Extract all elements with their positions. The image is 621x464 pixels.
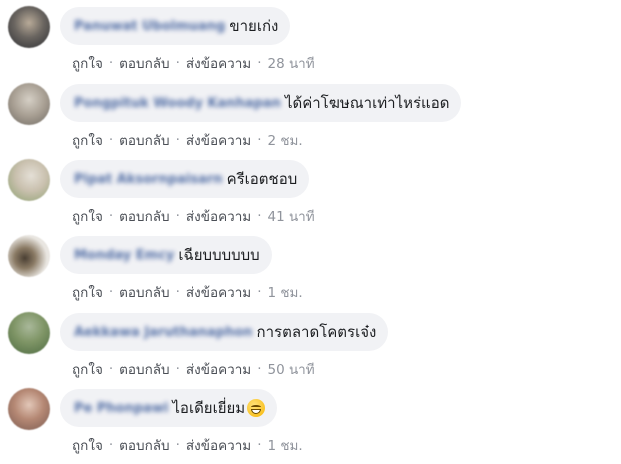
- avatar[interactable]: [8, 83, 50, 125]
- separator-dot: ·: [257, 361, 262, 377]
- comment-author[interactable]: Panuwat Ubolmuang: [74, 19, 225, 34]
- comment-timestamp[interactable]: 41 นาที: [267, 205, 314, 227]
- comment-bubble: Pipat Aksornpaisarn ครีเอตชอบ: [60, 160, 310, 198]
- comment-author[interactable]: Pipat Aksornpaisarn: [74, 172, 223, 187]
- comment-bubble: Aekkawa Jaruthanaphon การตลาดโคตรเจ๋ง: [60, 313, 389, 351]
- comment-actions: ถูกใจ · ตอบกลับ · ส่งข้อความ · 1 ชม.: [72, 281, 303, 303]
- separator-dot: ·: [108, 132, 114, 148]
- comment-text: การตลาดโคตรเจ๋ง: [256, 323, 377, 341]
- comment-actions: ถูกใจ · ตอบกลับ · ส่งข้อความ · 28 นาที: [72, 52, 315, 74]
- comment-text: ครีเอตชอบ: [226, 170, 298, 188]
- separator-dot: ·: [108, 284, 114, 300]
- like-button[interactable]: ถูกใจ: [72, 205, 103, 227]
- reply-button[interactable]: ตอบกลับ: [119, 129, 169, 151]
- separator-dot: ·: [257, 437, 262, 453]
- separator-dot: ·: [257, 284, 262, 300]
- comment-item: Panuwat Ubolmuang ขายเก่ง ถูกใจ · ตอบกลั…: [0, 6, 621, 82]
- message-button[interactable]: ส่งข้อความ: [186, 205, 251, 227]
- comment-timestamp[interactable]: 1 ชม.: [267, 281, 302, 303]
- avatar[interactable]: [8, 388, 50, 430]
- separator-dot: ·: [175, 284, 180, 300]
- comment-bubble: Monday Emcy เฉียบบบบบบ: [60, 236, 272, 274]
- comment-timestamp[interactable]: 28 นาที: [267, 52, 314, 74]
- message-button[interactable]: ส่งข้อความ: [186, 129, 251, 151]
- message-button[interactable]: ส่งข้อความ: [186, 281, 251, 303]
- like-button[interactable]: ถูกใจ: [72, 358, 103, 380]
- separator-dot: ·: [257, 208, 262, 224]
- message-button[interactable]: ส่งข้อความ: [186, 434, 251, 456]
- comment-item: Monday Emcy เฉียบบบบบบ ถูกใจ · ตอบกลับ ·…: [0, 235, 621, 311]
- reply-button[interactable]: ตอบกลับ: [119, 358, 169, 380]
- avatar[interactable]: [8, 159, 50, 201]
- avatar[interactable]: [8, 6, 50, 48]
- message-button[interactable]: ส่งข้อความ: [186, 52, 251, 74]
- comment-timestamp[interactable]: 2 ชม.: [267, 129, 302, 151]
- comment-bubble: Panuwat Ubolmuang ขายเก่ง: [60, 7, 291, 45]
- like-button[interactable]: ถูกใจ: [72, 129, 103, 151]
- comment-bubble: Pongpituk Woody Kanhapan ได้ค่าโฆษณาเท่า…: [60, 84, 462, 122]
- comment-author[interactable]: Pe Phonpawi: [74, 401, 168, 416]
- like-button[interactable]: ถูกใจ: [72, 281, 103, 303]
- comment-actions: ถูกใจ · ตอบกลับ · ส่งข้อความ · 2 ชม.: [72, 129, 303, 151]
- separator-dot: ·: [175, 132, 180, 148]
- separator-dot: ·: [257, 132, 262, 148]
- separator-dot: ·: [175, 55, 180, 71]
- message-button[interactable]: ส่งข้อความ: [186, 358, 251, 380]
- comment-text: ขายเก่ง: [229, 17, 279, 35]
- avatar[interactable]: [8, 235, 50, 277]
- comment-author[interactable]: Monday Emcy: [74, 248, 174, 263]
- separator-dot: ·: [175, 361, 180, 377]
- comment-item: Pipat Aksornpaisarn ครีเอตชอบ ถูกใจ · ตอ…: [0, 159, 621, 235]
- comment-author[interactable]: Pongpituk Woody Kanhapan: [74, 96, 281, 111]
- reply-button[interactable]: ตอบกลับ: [119, 205, 169, 227]
- like-button[interactable]: ถูกใจ: [72, 434, 103, 456]
- reply-button[interactable]: ตอบกลับ: [119, 281, 169, 303]
- comment-actions: ถูกใจ · ตอบกลับ · ส่งข้อความ · 50 นาที: [72, 358, 315, 380]
- reply-button[interactable]: ตอบกลับ: [119, 434, 169, 456]
- comment-item: Aekkawa Jaruthanaphon การตลาดโคตรเจ๋ง ถู…: [0, 312, 621, 388]
- separator-dot: ·: [108, 361, 114, 377]
- separator-dot: ·: [257, 55, 262, 71]
- grinning-emoji-icon: [247, 399, 266, 417]
- comment-timestamp[interactable]: 50 นาที: [267, 358, 314, 380]
- separator-dot: ·: [175, 208, 180, 224]
- like-button[interactable]: ถูกใจ: [72, 52, 103, 74]
- comment-timestamp[interactable]: 1 ชม.: [267, 434, 302, 456]
- comment-bubble: Pe Phonpawi ไอเดียเยี่ยม: [60, 389, 278, 427]
- reply-button[interactable]: ตอบกลับ: [119, 52, 169, 74]
- comment-actions: ถูกใจ · ตอบกลับ · ส่งข้อความ · 1 ชม.: [72, 434, 303, 456]
- comment-author[interactable]: Aekkawa Jaruthanaphon: [74, 325, 253, 340]
- separator-dot: ·: [108, 208, 114, 224]
- comment-text: เฉียบบบบบบ: [178, 246, 260, 264]
- comment-actions: ถูกใจ · ตอบกลับ · ส่งข้อความ · 41 นาที: [72, 205, 315, 227]
- comment-text: ได้ค่าโฆษณาเท่าไหร่แอด: [284, 94, 450, 112]
- comment-item: Pongpituk Woody Kanhapan ได้ค่าโฆษณาเท่า…: [0, 83, 621, 159]
- avatar[interactable]: [8, 312, 50, 354]
- comment-text: ไอเดียเยี่ยม: [172, 399, 246, 417]
- comment-item: Pe Phonpawi ไอเดียเยี่ยม ถูกใจ · ตอบกลับ…: [0, 388, 621, 464]
- separator-dot: ·: [175, 437, 180, 453]
- separator-dot: ·: [108, 55, 114, 71]
- separator-dot: ·: [108, 437, 114, 453]
